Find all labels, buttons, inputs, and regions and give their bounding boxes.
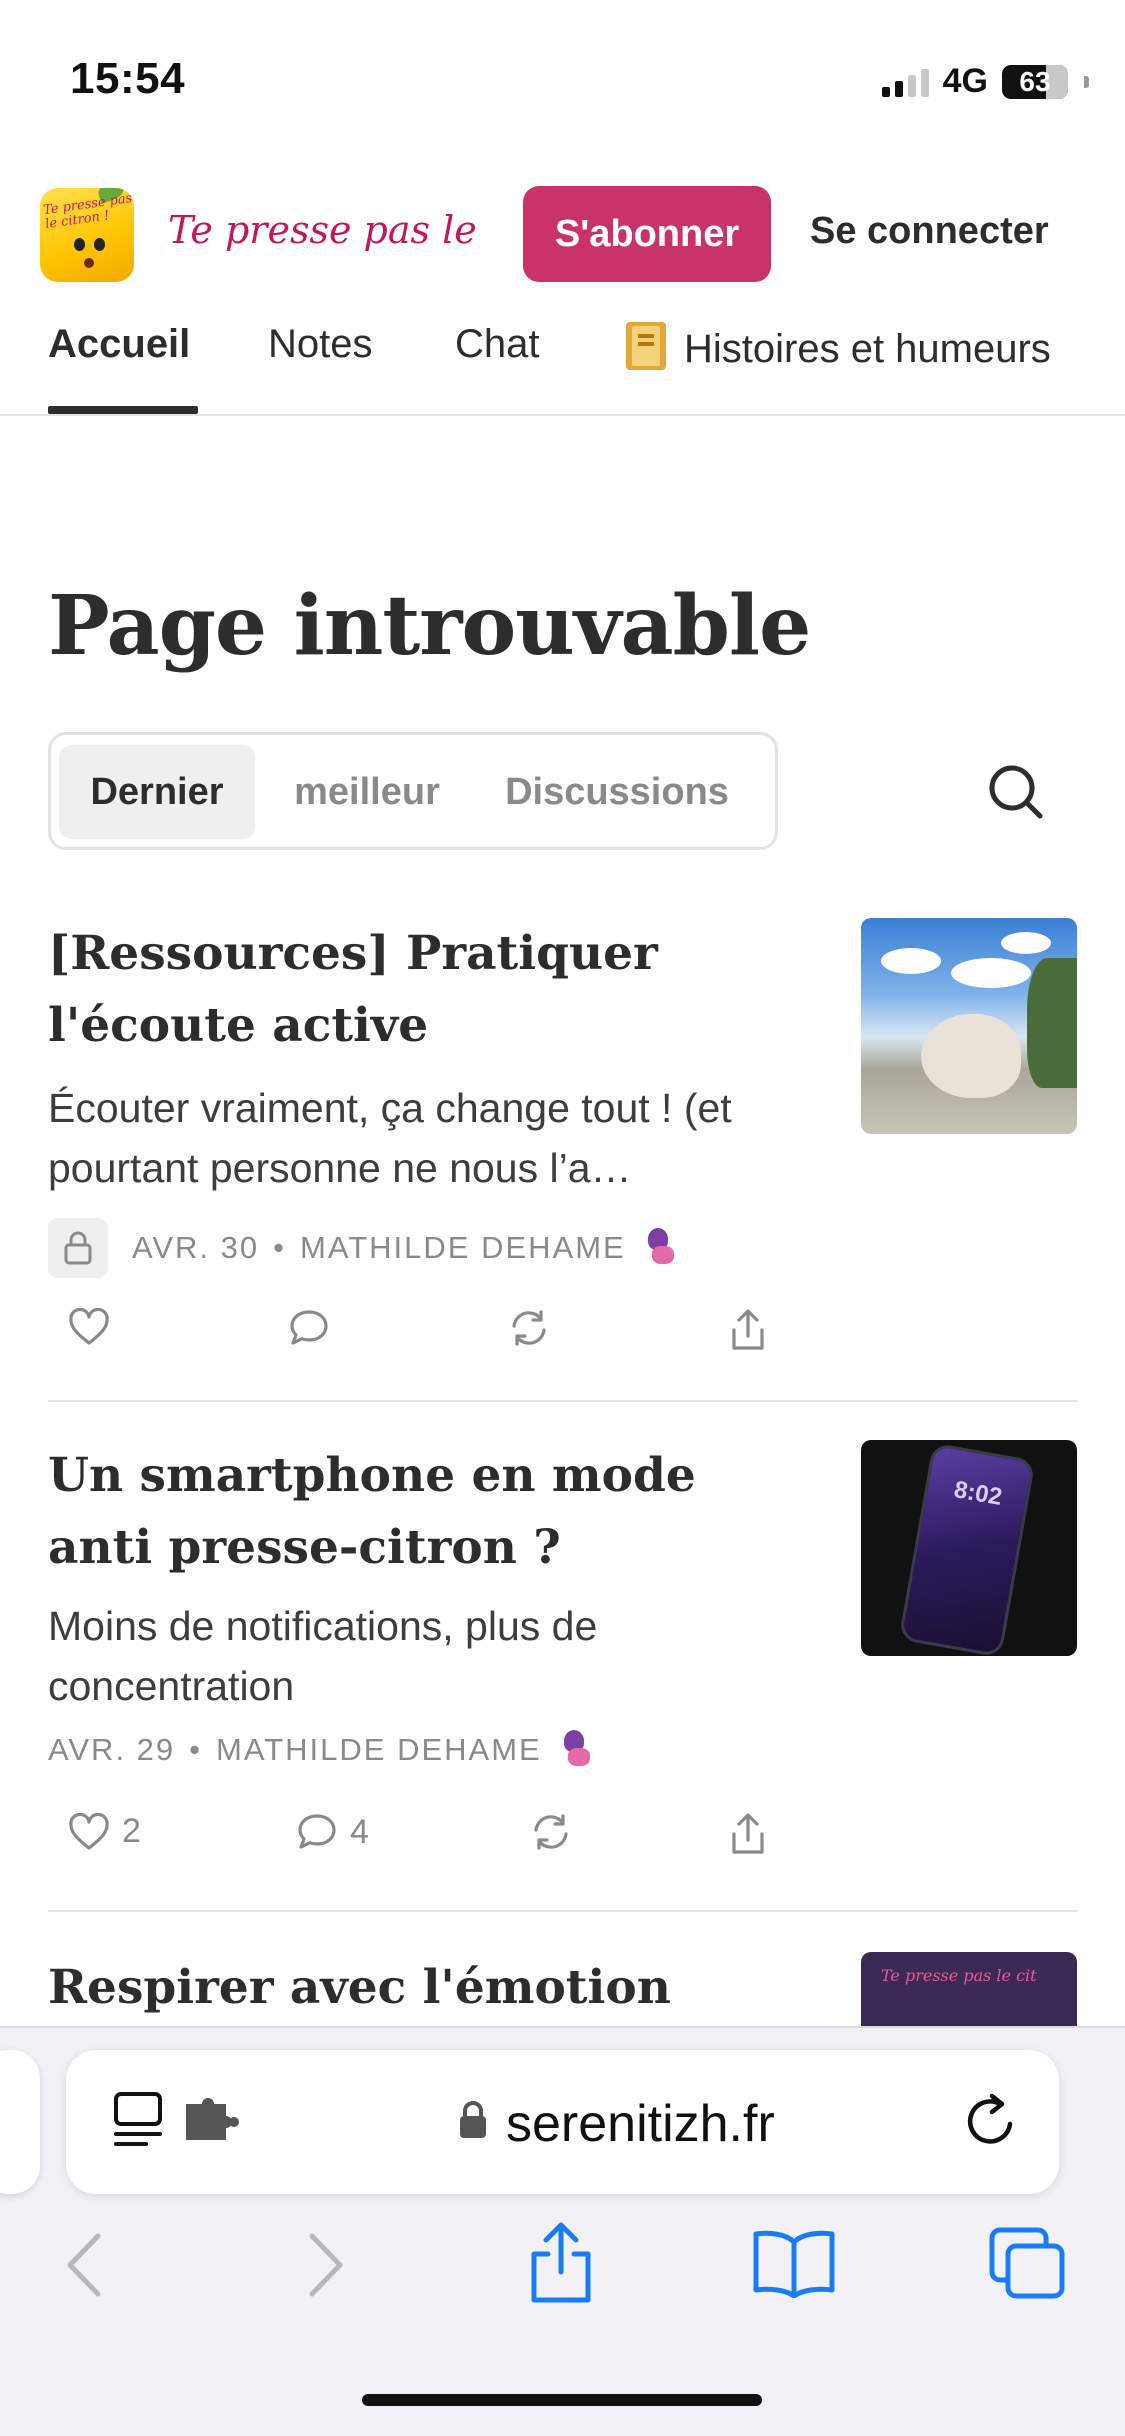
comment-icon [290,1310,328,1345]
battery-level: 63 [1019,65,1051,97]
book-open-icon [753,2230,835,2299]
tab-chat[interactable]: Chat [455,322,540,367]
forward-button[interactable] [300,2230,350,2305]
post-item[interactable]: [Ressources] Pratiquer l'écoute active É… [48,918,1077,1358]
sort-tabs: Dernier meilleur Discussions [48,732,778,850]
comment-count: 4 [350,1812,369,1851]
wordmark-text: Te presse pas le citr [168,208,488,252]
post-title[interactable]: Respirer avec l'émotion [48,1952,808,2024]
subscribe-button[interactable]: S'abonner [523,186,771,282]
sort-tab-top[interactable]: meilleur [277,745,457,839]
restack-icon [512,1310,546,1346]
page-menu-icon[interactable] [112,2090,168,2155]
publication-logo[interactable]: Te presse pas le citron ! [40,188,134,282]
thumb-clock-text: 8:02 [951,1476,1004,1512]
paywall-lock-icon [48,1218,108,1278]
meta-separator: • [189,1732,203,1767]
share-icon [531,2222,591,2303]
tabs-icon [989,2227,1065,2299]
like-count: 2 [122,1812,141,1850]
tab-histoires-et-humeurs[interactable]: Histoires et humeurs [626,322,1051,372]
url-text[interactable]: serenitizh.fr [506,2094,775,2154]
battery-icon: 63 [1002,64,1068,99]
post-subtitle: Moins de notifications, plus de concentr… [48,1603,598,1709]
login-link[interactable]: Se connecter [810,210,1049,253]
post-meta: AVR. 29 • MATHILDE DEHAME [48,1730,592,1770]
tabs-button[interactable] [988,2226,1068,2307]
post-item[interactable]: Respirer avec l'émotion Te presse pas le… [48,1952,1077,2026]
genie-emoji-icon [642,1228,676,1268]
post-thumbnail[interactable]: 8:02 [861,1440,1077,1656]
post-author[interactable]: MATHILDE DEHAME [300,1230,626,1266]
heart-icon [69,1812,109,1850]
battery-tip [1084,75,1089,88]
heart-icon [69,1308,109,1345]
page-title: Page introuvable [48,578,811,674]
post-date: AVR. 29 [48,1732,176,1767]
reload-icon[interactable] [962,2090,1022,2157]
extension-puzzle-icon[interactable] [184,2098,240,2147]
like-button[interactable] [68,1308,110,1346]
share-icon [732,1309,764,1350]
network-type: 4G [942,62,988,100]
previous-tab-peek[interactable] [0,2050,40,2194]
post-actions: 2 4 [48,1812,788,1872]
divider [48,1910,1077,1912]
like-button[interactable]: 2 [68,1812,141,1851]
status-indicators: 4G 63 [881,62,1089,101]
share-button[interactable] [728,1308,768,1352]
share-icon [732,1813,764,1854]
back-button[interactable] [60,2230,110,2305]
lock-icon [458,2100,488,2145]
restack-button[interactable] [530,1812,572,1852]
sort-tab-latest[interactable]: Dernier [59,745,255,839]
thumb-wordmark-text: Te presse pas le cit [881,1966,1037,1985]
post-meta: AVR. 30 • MATHILDE DEHAME [48,1218,676,1278]
logo-text: Te presse pas le citron ! [42,190,134,233]
sort-tab-discussions[interactable]: Discussions [479,745,755,839]
home-indicator [362,2394,762,2406]
post-author[interactable]: MATHILDE DEHAME [216,1732,542,1768]
active-tab-indicator [48,406,198,414]
book-icon [626,322,666,370]
search-icon[interactable] [984,760,1048,824]
bookmarks-button[interactable] [752,2228,836,2303]
meta-separator: • [273,1230,287,1265]
post-title[interactable]: Un smartphone en mode anti presse-citron… [48,1440,808,1584]
post-thumbnail[interactable] [861,918,1077,1134]
tab-notes[interactable]: Notes [268,322,373,367]
post-actions [48,1308,788,1368]
post-item[interactable]: Un smartphone en mode anti presse-citron… [48,1440,1077,1880]
share-sheet-button[interactable] [526,2220,596,2309]
cellular-signal-icon [881,67,929,97]
chevron-right-icon [309,2233,343,2297]
share-button[interactable] [728,1812,768,1856]
comment-button[interactable]: 4 [296,1812,369,1852]
address-bar[interactable]: serenitizh.fr [66,2050,1059,2194]
genie-emoji-icon [558,1730,592,1770]
tab-accueil[interactable]: Accueil [48,322,190,367]
chevron-left-icon [67,2233,101,2297]
publication-wordmark[interactable]: Te presse pas le citr [168,208,488,268]
post-title[interactable]: [Ressources] Pratiquer l'écoute active [48,918,808,1062]
restack-button[interactable] [508,1308,550,1348]
publication-header: Te presse pas le citron ! Te presse pas … [0,180,1125,290]
post-date: AVR. 30 [132,1230,260,1265]
post-thumbnail[interactable]: Te presse pas le cit [861,1952,1077,2026]
nav-tabs: Accueil Notes Chat Histoires et humeurs [0,310,1125,416]
tab-histoires-label: Histoires et humeurs [684,327,1051,371]
comment-button[interactable] [288,1308,330,1348]
status-time: 15:54 [70,54,186,103]
comment-icon [298,1814,336,1849]
divider [48,1400,1077,1402]
post-subtitle: Écouter vraiment, ça change tout ! (et p… [48,1085,732,1191]
status-bar: 15:54 4G 63 [0,0,1125,160]
restack-icon [534,1814,568,1850]
